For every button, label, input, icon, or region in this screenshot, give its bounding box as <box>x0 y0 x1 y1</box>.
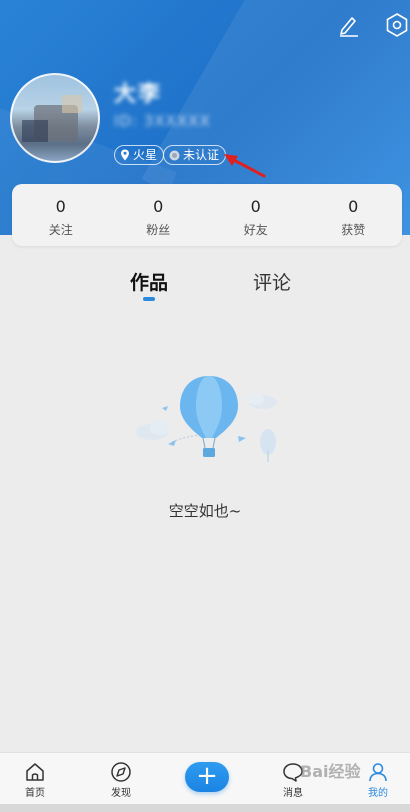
home-icon <box>26 763 44 781</box>
nav-label: 我的 <box>368 788 388 799</box>
content-tabs: 作品 评论 <box>0 268 410 308</box>
location-pin-icon <box>121 149 129 161</box>
stat-label: 粉丝 <box>146 223 171 237</box>
stat-following[interactable]: 0 关注 <box>12 184 110 246</box>
edit-icon[interactable] <box>336 12 362 38</box>
tab-comments[interactable]: 评论 <box>253 268 291 295</box>
stat-count: 0 <box>55 197 66 216</box>
verify-badge-icon <box>169 150 180 160</box>
stat-label: 好友 <box>243 223 268 237</box>
location-tag[interactable]: 火星 <box>114 145 165 165</box>
nav-label: 首页 <box>25 788 45 799</box>
stat-followers[interactable]: 0 粉丝 <box>110 184 208 246</box>
user-id: ID: 3XXXXX <box>114 112 211 130</box>
nav-discover[interactable]: 发现 <box>91 753 151 805</box>
verify-tag-label: 未认证 <box>183 148 220 162</box>
verify-tag[interactable]: 未认证 <box>163 145 227 165</box>
nav-label: 发现 <box>111 788 131 799</box>
username: 大李 <box>114 82 163 107</box>
stat-likes[interactable]: 0 获赞 <box>305 184 403 246</box>
create-post-button[interactable]: + <box>185 762 229 792</box>
nav-label: 消息 <box>283 788 303 799</box>
stats-card: 0 关注 0 粉丝 0 好友 0 获赞 <box>12 184 402 246</box>
stat-label: 获赞 <box>341 223 366 237</box>
stat-label: 关注 <box>48 223 73 237</box>
location-tag-label: 火星 <box>133 148 158 162</box>
active-tab-indicator <box>143 297 155 301</box>
stat-count: 0 <box>250 197 261 216</box>
stat-count: 0 <box>153 197 164 216</box>
red-arrow-annotation <box>224 154 266 178</box>
hot-air-balloon-illustration <box>136 376 277 462</box>
compass-icon <box>111 762 131 782</box>
avatar[interactable] <box>10 73 100 163</box>
user-icon <box>369 763 387 782</box>
tab-works[interactable]: 作品 <box>130 268 168 295</box>
empty-state-text: 空空如也~ <box>168 502 242 520</box>
watermark: Bai经验 <box>300 762 361 781</box>
nav-home[interactable]: 首页 <box>5 753 65 805</box>
system-bar <box>0 804 410 812</box>
stat-count: 0 <box>348 197 359 216</box>
settings-icon[interactable] <box>384 12 410 38</box>
stat-friends[interactable]: 0 好友 <box>207 184 305 246</box>
